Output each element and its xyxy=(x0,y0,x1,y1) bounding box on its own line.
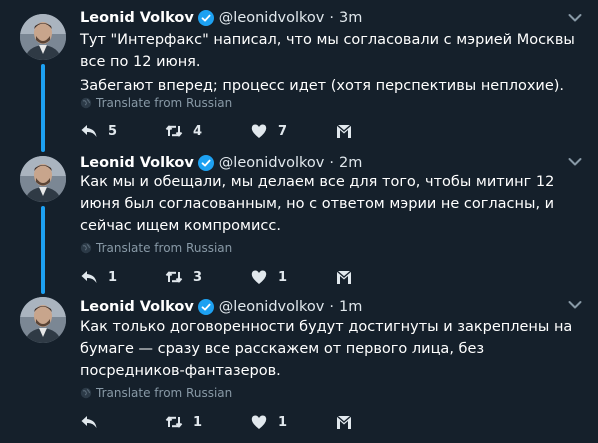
globe-icon xyxy=(80,387,92,399)
like-button[interactable]: 1 xyxy=(250,413,335,431)
direct-message-button[interactable] xyxy=(335,413,365,431)
retweet-count: 1 xyxy=(193,414,203,430)
envelope-icon xyxy=(336,415,352,429)
translate-link[interactable]: Translate from Russian xyxy=(80,386,232,400)
tweet-text: Как только договоренности будут достигну… xyxy=(80,316,580,382)
timestamp[interactable]: 1m xyxy=(339,299,362,315)
retweet-button[interactable]: 1 xyxy=(165,413,250,431)
retweet-icon xyxy=(165,416,183,428)
author-handle[interactable]: @leonidvolkov xyxy=(219,299,325,315)
tweet-paragraph: Как только договоренности будут достигну… xyxy=(80,319,573,379)
translate-label: Translate from Russian xyxy=(96,386,233,400)
avatar[interactable] xyxy=(20,297,66,343)
tweet-thread: Leonid Volkov @leonidvolkov · 3m Тут "Ин… xyxy=(0,0,598,443)
separator-dot: · xyxy=(329,299,334,315)
reply-icon xyxy=(81,416,97,428)
author-name[interactable]: Leonid Volkov xyxy=(80,299,194,315)
tweet[interactable]: Leonid Volkov @leonidvolkov · 1m Как тол… xyxy=(0,0,598,443)
tweet-actions: 1 1 xyxy=(80,412,365,432)
tweet-header: Leonid Volkov @leonidvolkov · 1m xyxy=(80,296,362,318)
chevron-down-icon[interactable] xyxy=(566,296,584,314)
like-count: 1 xyxy=(278,414,288,430)
heart-icon xyxy=(251,415,267,429)
reply-button[interactable] xyxy=(80,413,165,431)
verified-badge-icon xyxy=(197,299,214,315)
